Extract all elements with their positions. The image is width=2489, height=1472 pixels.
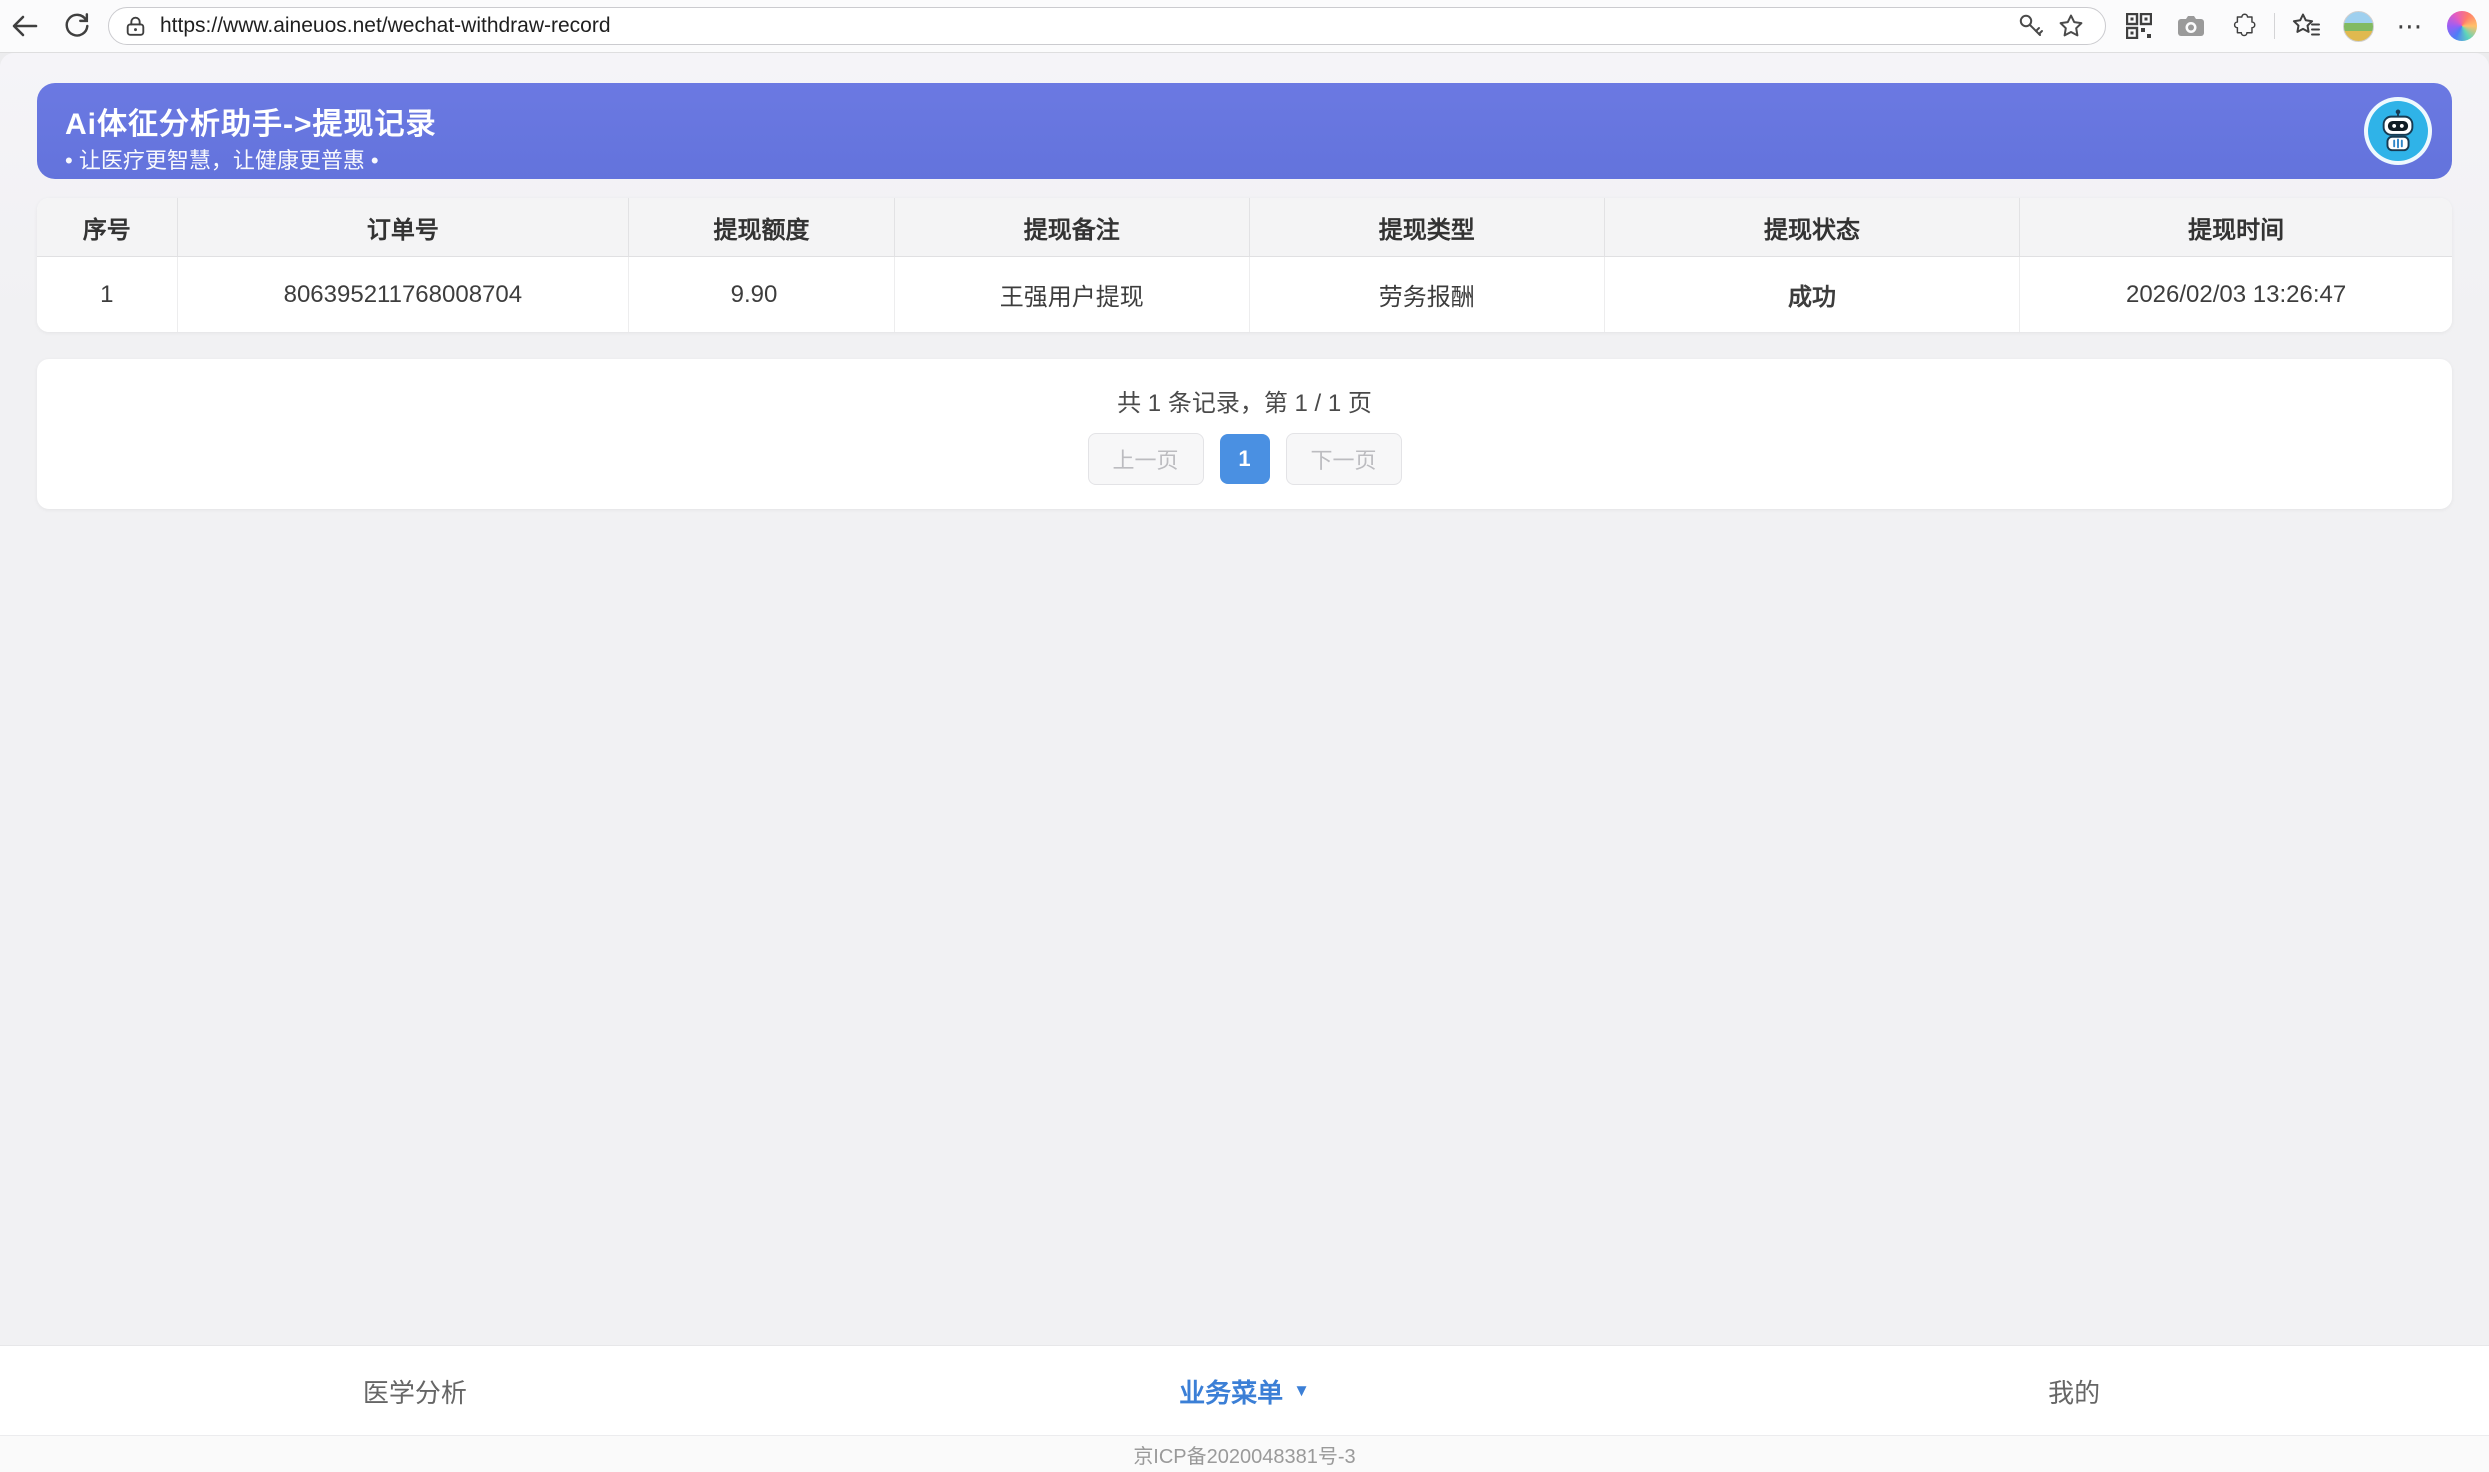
next-page-button[interactable]: 下一页 <box>1286 433 1402 485</box>
web-page: Ai体征分析助手->提现记录 • 让医疗更智慧，让健康更普惠 • <box>0 53 2489 1471</box>
col-header-time: 提现时间 <box>2020 198 2452 257</box>
nav-item-business-menu[interactable]: 业务菜单 ▼ <box>830 1346 1660 1436</box>
nav-item-mine[interactable]: 我的 <box>1659 1346 2489 1436</box>
address-url-input[interactable]: https://www.aineuos.net/wechat-withdraw-… <box>160 14 2011 38</box>
screenshot-camera-button[interactable] <box>2170 6 2212 46</box>
cell-amount: 9.90 <box>629 257 895 333</box>
table-header-row: 序号 订单号 提现额度 提现备注 提现类型 提现状态 提现时间 <box>37 198 2452 257</box>
col-header-type: 提现类型 <box>1249 198 1604 257</box>
icp-footer: 京ICP备2020048381号-3 <box>0 1435 2489 1472</box>
extensions-button[interactable] <box>2222 6 2264 46</box>
password-key-button[interactable] <box>2011 9 2051 43</box>
profile-avatar <box>2343 11 2374 42</box>
qr-code-button[interactable] <box>2118 6 2160 46</box>
cell-type: 劳务报酬 <box>1249 257 1604 333</box>
page-subtitle: • 让医疗更智慧，让健康更普惠 • <box>65 143 379 175</box>
nav-label: 业务菜单 <box>1179 1373 1283 1410</box>
cell-status status-badge: 成功 <box>1604 257 2019 333</box>
col-header-status: 提现状态 <box>1604 198 2019 257</box>
qr-code-icon <box>2126 13 2152 39</box>
toolbar-right-icons: ⋯ <box>2118 6 2483 46</box>
withdraw-records-table: 序号 订单号 提现额度 提现备注 提现类型 提现状态 提现时间 1 806395… <box>37 198 2452 332</box>
current-page-button[interactable]: 1 <box>1220 434 1270 484</box>
refresh-icon <box>62 11 92 41</box>
ellipsis-icon: ⋯ <box>2397 16 2424 36</box>
cell-remark: 王强用户提现 <box>894 257 1249 333</box>
back-button[interactable] <box>4 6 46 46</box>
robot-doctor-avatar <box>2364 97 2432 165</box>
cell-time: 2026/02/03 13:26:47 <box>2020 257 2452 333</box>
col-header-index: 序号 <box>37 198 177 257</box>
settings-menu-button[interactable]: ⋯ <box>2389 6 2431 46</box>
nav-label: 医学分析 <box>363 1373 467 1410</box>
col-header-remark: 提现备注 <box>894 198 1249 257</box>
copilot-icon <box>2447 11 2477 41</box>
chevron-down-icon: ▼ <box>1293 1381 1310 1401</box>
robot-icon <box>2375 108 2421 154</box>
camera-icon <box>2176 11 2206 41</box>
col-header-order-no: 订单号 <box>177 198 629 257</box>
site-lock-icon[interactable] <box>123 14 148 39</box>
page-title: Ai体征分析助手->提现记录 <box>65 99 437 143</box>
profile-avatar-button[interactable] <box>2337 6 2379 46</box>
records-summary: 共 1 条记录，第 1 / 1 页 <box>37 383 2452 418</box>
cell-index: 1 <box>37 257 177 333</box>
table-row: 1 806395211768008704 9.90 王强用户提现 劳务报酬 成功… <box>37 257 2452 333</box>
nav-item-medical-analysis[interactable]: 医学分析 <box>0 1346 830 1436</box>
favorite-star-button[interactable] <box>2051 9 2091 43</box>
prev-page-button[interactable]: 上一页 <box>1088 433 1204 485</box>
toolbar-divider <box>2274 13 2275 39</box>
pagination-buttons: 上一页 1 下一页 <box>37 433 2452 485</box>
puzzle-icon <box>2229 12 2257 40</box>
pagination-card: 共 1 条记录，第 1 / 1 页 上一页 1 下一页 <box>37 359 2452 509</box>
col-header-amount: 提现额度 <box>629 198 895 257</box>
copilot-button[interactable] <box>2441 6 2483 46</box>
cell-order-no: 806395211768008704 <box>177 257 629 333</box>
favorites-hub-button[interactable] <box>2285 6 2327 46</box>
browser-toolbar: https://www.aineuos.net/wechat-withdraw-… <box>0 0 2489 53</box>
back-arrow-icon <box>9 10 41 42</box>
favorites-list-star-icon <box>2291 11 2321 41</box>
refresh-button[interactable] <box>56 6 98 46</box>
icp-number: 京ICP备2020048381号-3 <box>1133 1440 1355 1469</box>
address-bar[interactable]: https://www.aineuos.net/wechat-withdraw-… <box>108 7 2106 45</box>
star-icon <box>2057 12 2085 40</box>
page-header-banner: Ai体征分析助手->提现记录 • 让医疗更智慧，让健康更普惠 • <box>37 83 2452 179</box>
nav-label: 我的 <box>2048 1373 2100 1410</box>
withdraw-records-table-card: 序号 订单号 提现额度 提现备注 提现类型 提现状态 提现时间 1 806395… <box>37 198 2452 332</box>
bottom-navigation: 医学分析 业务菜单 ▼ 我的 <box>0 1345 2489 1436</box>
key-icon <box>2017 12 2045 40</box>
